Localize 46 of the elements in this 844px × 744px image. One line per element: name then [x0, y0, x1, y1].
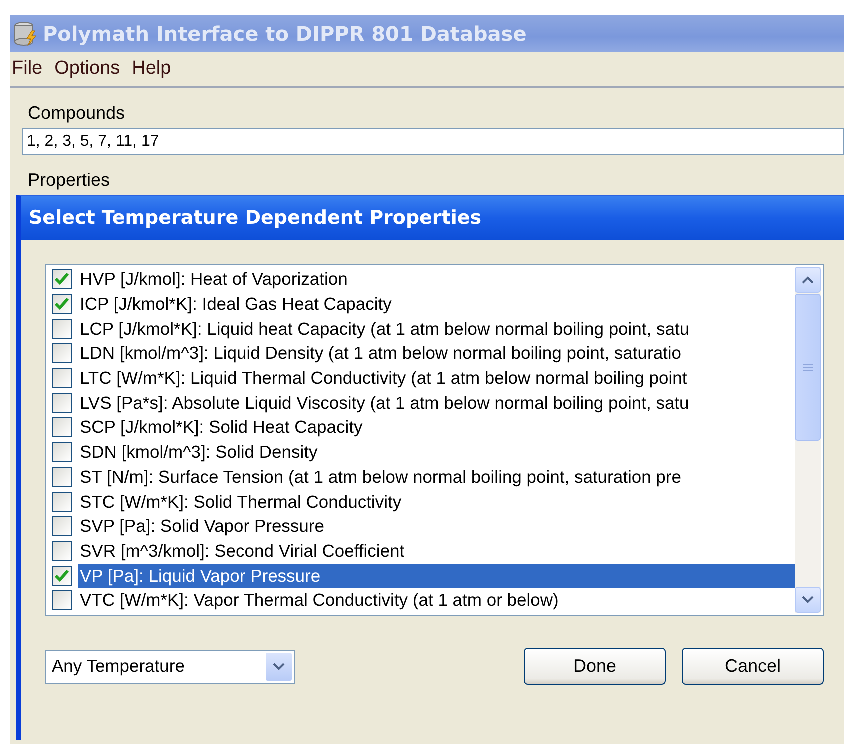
scroll-down-button[interactable] — [795, 587, 821, 613]
compounds-field[interactable]: 1, 2, 3, 5, 7, 11, 17 — [22, 128, 844, 155]
property-item[interactable]: VP [Pa]: Liquid Vapor Pressure — [78, 564, 795, 588]
menu-item[interactable]: Options — [54, 54, 120, 84]
property-item[interactable]: SVR [m^3/kmol]: Second Virial Coefficient — [78, 538, 407, 563]
scroll-up-button[interactable] — [795, 267, 821, 293]
checkbox[interactable] — [52, 590, 72, 610]
property-item[interactable]: LCP [J/kmol*K]: Liquid heat Capacity (at 1 atm below normal boiling point, satu — [78, 316, 692, 341]
property-item[interactable]: SVP [Pa]: Solid Vapor Pressure — [78, 514, 326, 538]
dialog-button[interactable]: Cancel — [682, 648, 824, 685]
checkbox[interactable] — [52, 466, 72, 487]
checkbox[interactable] — [52, 392, 72, 413]
database-icon — [13, 20, 39, 46]
property-item[interactable]: ICP [J/kmol*K]: Ideal Gas Heat Capacity — [78, 292, 394, 316]
scrollbar[interactable] — [795, 267, 821, 613]
checkbox[interactable] — [52, 294, 72, 314]
property-item[interactable]: LVS [Pa*s]: Absolute Liquid Viscosity (at 1 atm below normal boiling point, satu — [78, 390, 692, 415]
property-item[interactable]: ST [N/m]: Surface Tension (at 1 atm below normal boiling point, saturation pre — [78, 464, 684, 489]
property-item[interactable]: LTC [W/m*K]: Liquid Thermal Conductivity (at 1 atm below normal boiling point — [78, 366, 690, 390]
checkbox[interactable] — [52, 269, 72, 290]
checkbox[interactable] — [52, 540, 72, 561]
checkbox[interactable] — [52, 368, 72, 388]
checkbox[interactable] — [52, 318, 72, 339]
checkbox[interactable] — [52, 343, 72, 364]
temperature-dropdown[interactable]: Any Temperature — [45, 650, 295, 684]
checkbox[interactable] — [52, 516, 72, 536]
property-item[interactable]: VTC [W/m*K]: Vapor Thermal Conductivity (at 1 atm or below) — [78, 588, 561, 612]
property-item[interactable]: HVP [J/kmol]: Heat of Vaporization — [78, 267, 350, 292]
grip-icon — [803, 364, 813, 372]
window-title: Polymath Interface to DIPPR 801 Database — [43, 20, 527, 48]
temperature-value: Any Temperature — [52, 655, 185, 678]
dialog-button[interactable]: Done — [524, 648, 666, 685]
menu-item[interactable]: File — [12, 54, 43, 84]
property-item[interactable]: LDN [kmol/m^3]: Liquid Density (at 1 atm below normal boiling point, saturatio — [78, 341, 684, 366]
checkbox[interactable] — [52, 492, 72, 512]
dialog-title: Select Temperature Dependent Properties — [29, 206, 482, 231]
scroll-thumb[interactable] — [795, 294, 821, 441]
property-item[interactable]: SDN [kmol/m^3]: Solid Density — [78, 440, 320, 464]
properties-label: Properties — [27, 171, 112, 189]
property-item[interactable]: STC [W/m*K]: Solid Thermal Conductivity — [78, 490, 404, 514]
property-item[interactable]: SCP [J/kmol*K]: Solid Heat Capacity — [78, 415, 365, 440]
checkbox[interactable] — [52, 417, 72, 438]
compounds-label: Compounds — [27, 104, 126, 122]
checkbox[interactable] — [52, 566, 72, 586]
menu-item[interactable]: Help — [132, 54, 172, 84]
checkbox[interactable] — [52, 442, 72, 462]
